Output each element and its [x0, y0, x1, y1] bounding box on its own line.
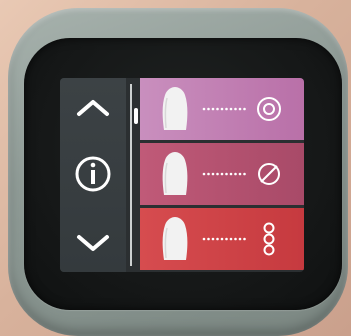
- tooth-icon: [162, 87, 188, 130]
- shade-row-2[interactable]: [140, 143, 304, 205]
- empty-set-icon: [252, 157, 286, 191]
- tooth-icon: [162, 152, 188, 195]
- target-circle-icon: [252, 92, 286, 126]
- chevron-down-icon: [77, 235, 109, 251]
- shade-list: [140, 78, 304, 272]
- nav-divider: [130, 84, 132, 266]
- scroll-down-button[interactable]: [70, 223, 116, 263]
- scroll-up-button[interactable]: [70, 88, 116, 128]
- dotted-line: [202, 107, 246, 111]
- dotted-line: [202, 172, 246, 176]
- nav-panel: [60, 78, 126, 272]
- shade-row-1[interactable]: [140, 78, 304, 140]
- chevron-up-icon: [77, 100, 109, 116]
- tooth-icon: [162, 217, 188, 260]
- device-screen: [60, 78, 304, 272]
- three-circles-icon: [252, 222, 286, 256]
- dotted-line: [202, 237, 246, 241]
- info-button[interactable]: [70, 154, 116, 194]
- shade-row-3[interactable]: [140, 208, 304, 270]
- scroll-indicator: [134, 108, 138, 124]
- info-icon: [75, 156, 111, 192]
